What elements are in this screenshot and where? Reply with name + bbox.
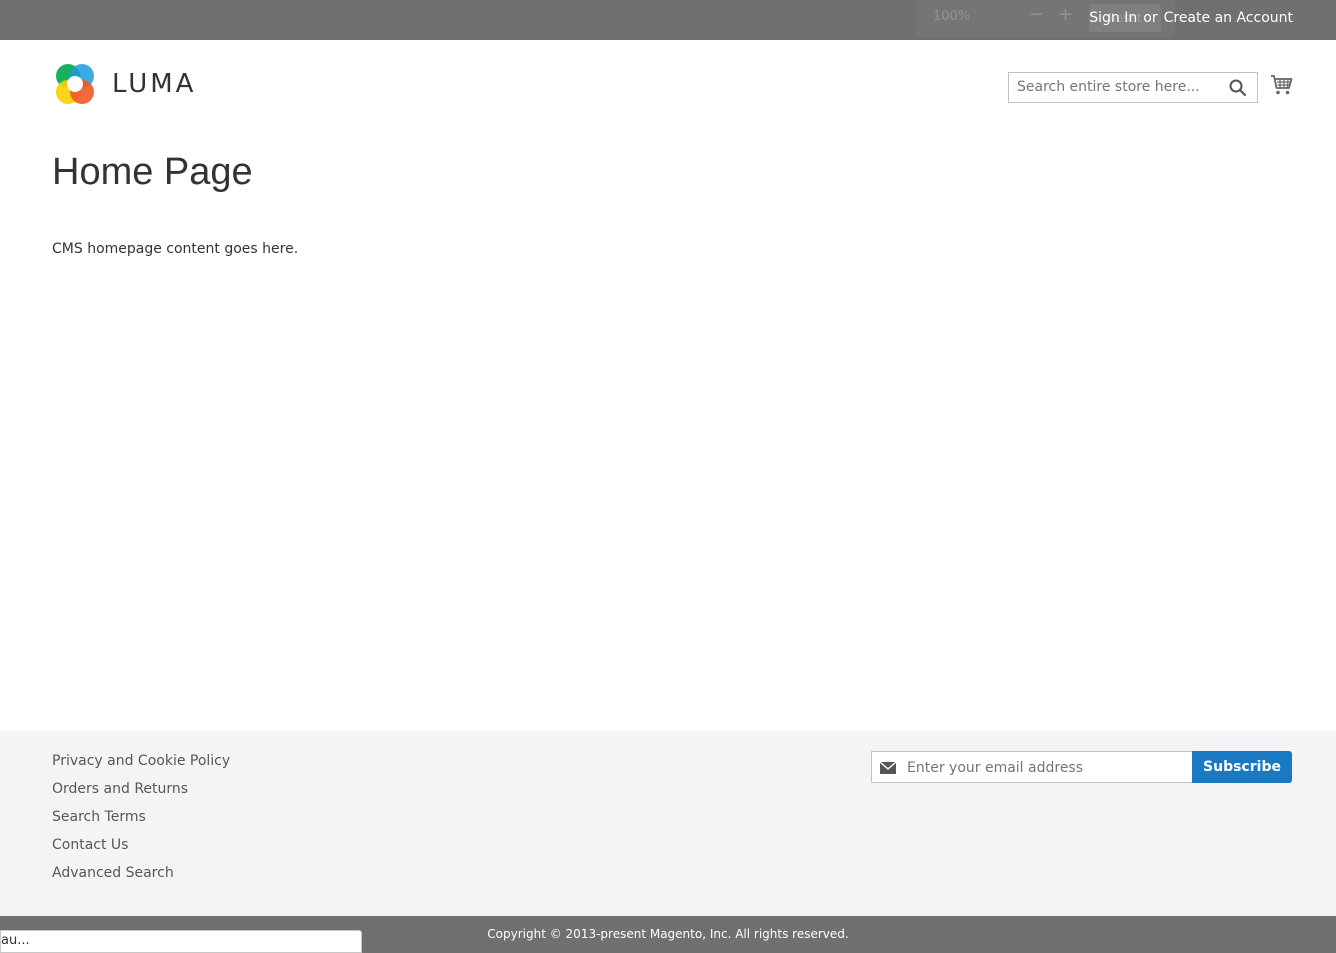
search-input[interactable]: [1017, 79, 1217, 95]
zoom-out-button[interactable]: −: [1029, 4, 1044, 25]
subscribe-button[interactable]: Subscribe: [1192, 751, 1292, 783]
search-icon[interactable]: [1229, 79, 1247, 97]
newsletter-email-input[interactable]: [907, 760, 1187, 776]
newsletter-email-field: [871, 751, 1193, 783]
store-logo[interactable]: LUMA: [52, 62, 202, 108]
sign-in-link[interactable]: Sign In: [1089, 10, 1137, 26]
envelope-icon: [880, 762, 896, 774]
footer-links: Privacy and Cookie Policy Orders and Ret…: [52, 751, 230, 891]
newsletter-form: Subscribe: [871, 751, 1292, 783]
zoom-in-button[interactable]: +: [1058, 4, 1073, 25]
page-title: Home Page: [52, 151, 253, 193]
zoom-level: 100%: [933, 9, 971, 24]
search-box: [1008, 72, 1258, 103]
footer-link-advanced-search[interactable]: Advanced Search: [52, 863, 230, 891]
header-account-links: Sign In or Create an Account: [1089, 10, 1293, 26]
luma-logo-icon: [56, 64, 94, 104]
create-account-link[interactable]: Create an Account: [1164, 10, 1293, 26]
cart-icon[interactable]: [1270, 73, 1294, 97]
bottom-overlay-input[interactable]: au...: [0, 930, 362, 953]
cms-content-text: CMS homepage content goes here.: [52, 241, 299, 257]
footer-link-search-terms[interactable]: Search Terms: [52, 807, 230, 835]
logo-wordmark: LUMA: [112, 69, 197, 99]
footer-link-privacy[interactable]: Privacy and Cookie Policy: [52, 751, 230, 779]
top-panel-header: 100% − + Reset Sign In or Create an Accoun…: [0, 0, 1336, 40]
footer-link-orders-returns[interactable]: Orders and Returns: [52, 779, 230, 807]
footer-link-contact-us[interactable]: Contact Us: [52, 835, 230, 863]
or-separator: or: [1143, 10, 1158, 26]
bottom-overlay-text: au...: [1, 933, 30, 948]
footer: Privacy and Cookie Policy Orders and Ret…: [0, 731, 1336, 916]
